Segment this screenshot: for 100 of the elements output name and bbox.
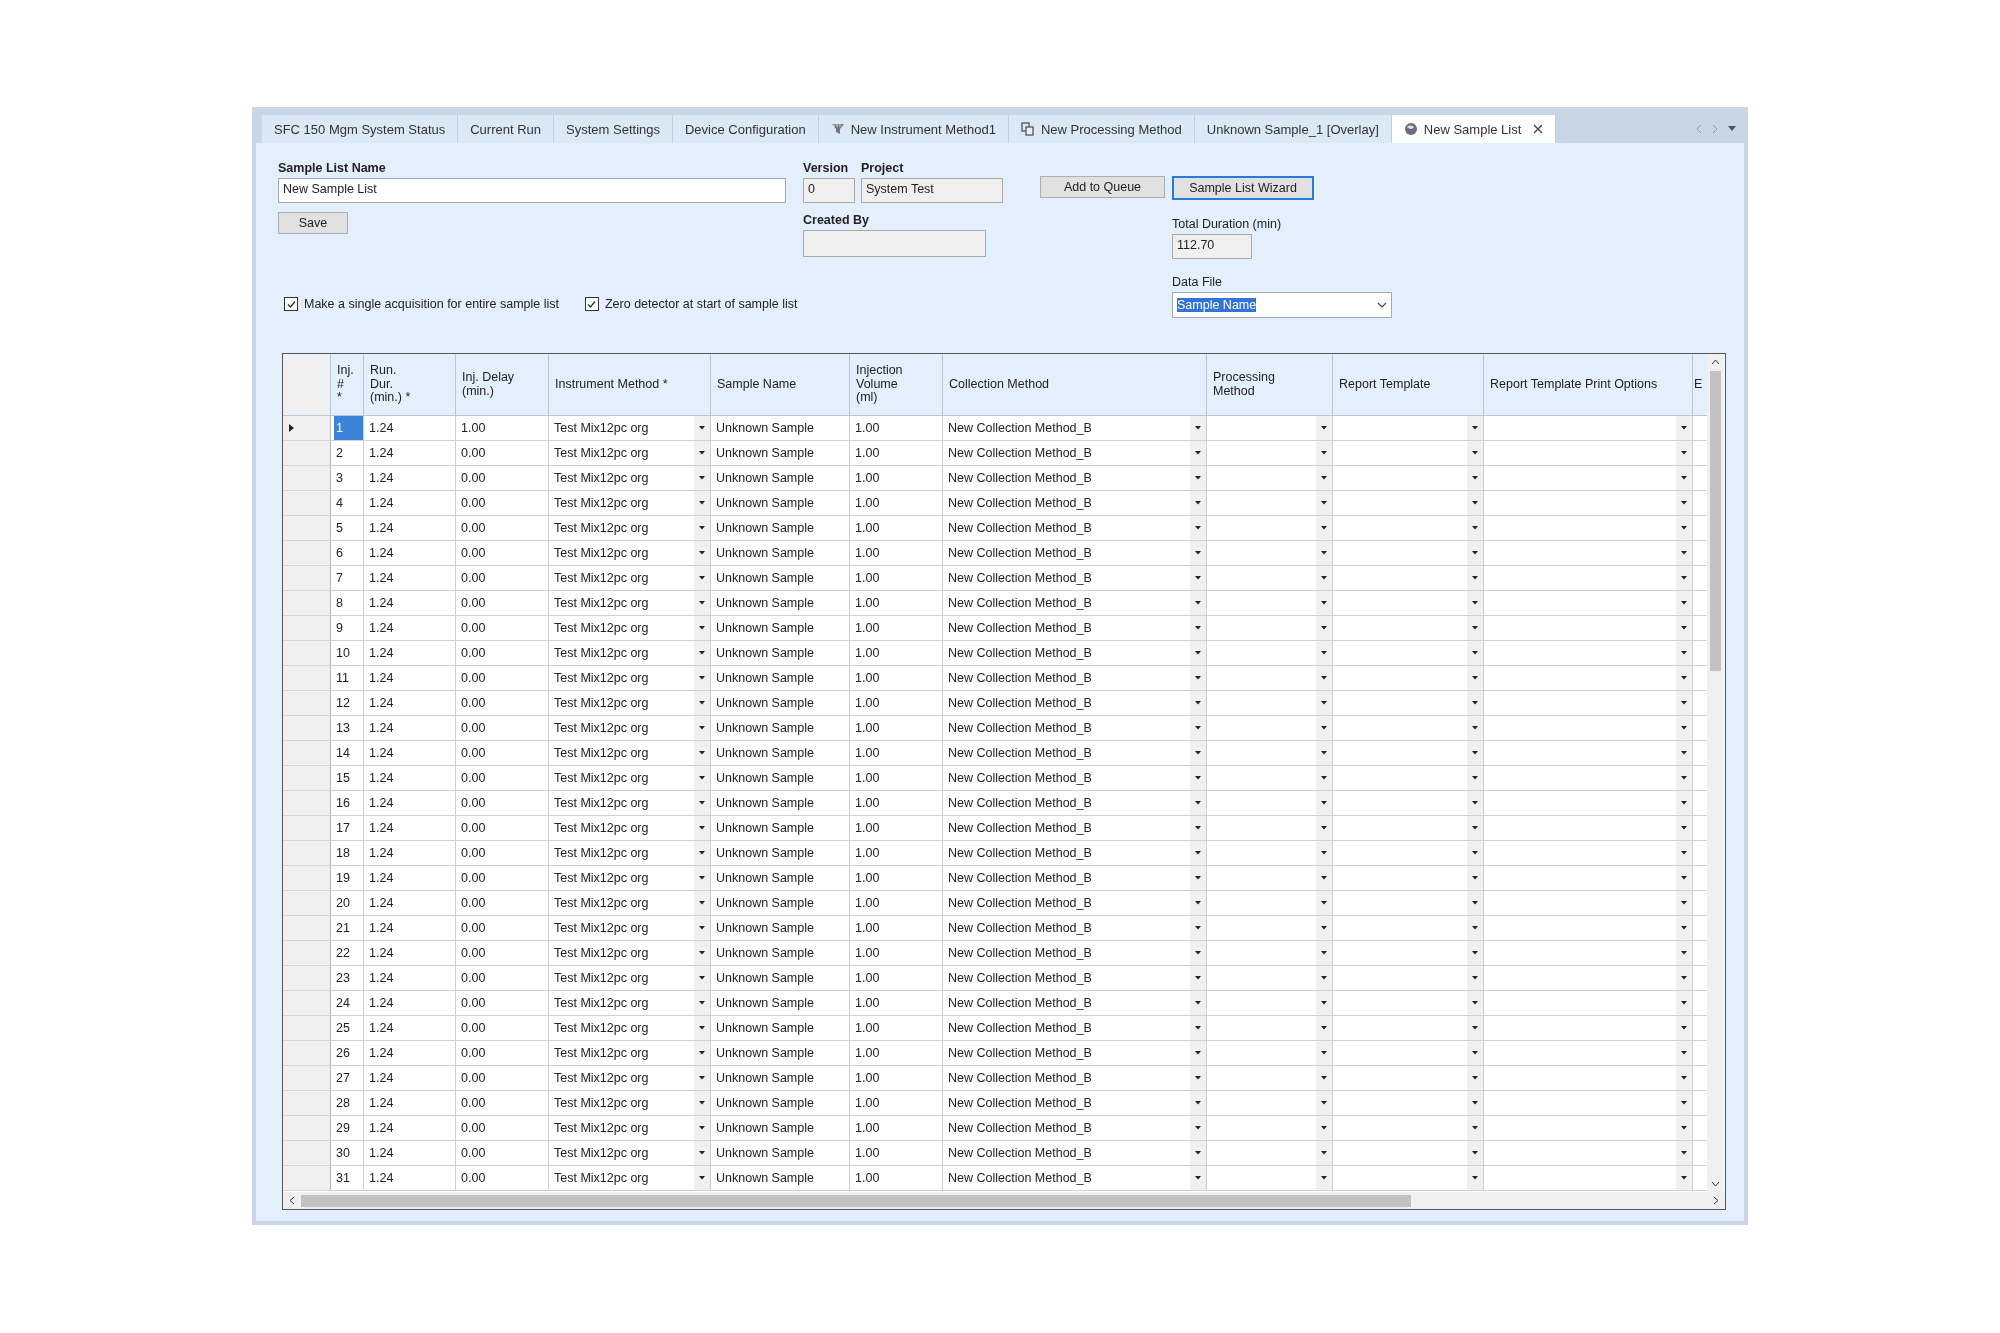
dropdown-caret-icon[interactable] (1676, 1116, 1692, 1140)
dropdown-caret-icon[interactable] (694, 841, 710, 865)
dropdown-caret-icon[interactable] (1467, 591, 1483, 615)
tab[interactable]: Unknown Sample_1 [Overlay] (1194, 115, 1392, 143)
dropdown-caret-icon[interactable] (1316, 1166, 1332, 1190)
dropdown-icon[interactable] (1728, 126, 1736, 132)
dropdown-caret-icon[interactable] (1190, 941, 1206, 965)
dropdown-caret-icon[interactable] (1190, 716, 1206, 740)
dropdown-caret-icon[interactable] (1676, 966, 1692, 990)
dropdown-caret-icon[interactable] (1190, 741, 1206, 765)
dropdown-caret-icon[interactable] (694, 491, 710, 515)
dropdown-caret-icon[interactable] (1316, 491, 1332, 515)
dropdown-caret-icon[interactable] (1190, 566, 1206, 590)
dropdown-caret-icon[interactable] (1316, 991, 1332, 1015)
dropdown-caret-icon[interactable] (1190, 466, 1206, 490)
dropdown-caret-icon[interactable] (1676, 991, 1692, 1015)
duration-field[interactable]: 112.70 (1172, 234, 1252, 259)
dropdown-caret-icon[interactable] (694, 741, 710, 765)
dropdown-caret-icon[interactable] (1316, 1141, 1332, 1165)
dropdown-caret-icon[interactable] (1316, 816, 1332, 840)
scroll-thumb[interactable] (1710, 371, 1721, 671)
dropdown-caret-icon[interactable] (1676, 666, 1692, 690)
dropdown-caret-icon[interactable] (1316, 716, 1332, 740)
tab[interactable]: New Sample List (1391, 115, 1557, 143)
dropdown-caret-icon[interactable] (1467, 1166, 1483, 1190)
dropdown-caret-icon[interactable] (1190, 1166, 1206, 1190)
dropdown-caret-icon[interactable] (1190, 966, 1206, 990)
dropdown-caret-icon[interactable] (694, 966, 710, 990)
save-button[interactable]: Save (278, 212, 348, 234)
dropdown-caret-icon[interactable] (694, 1166, 710, 1190)
checkbox-option[interactable]: Make a single acquisition for entire sample list (284, 297, 559, 311)
dropdown-caret-icon[interactable] (1190, 1016, 1206, 1040)
scroll-right-icon[interactable] (1713, 1196, 1719, 1205)
dropdown-caret-icon[interactable] (1316, 791, 1332, 815)
dropdown-caret-icon[interactable] (1676, 641, 1692, 665)
dropdown-caret-icon[interactable] (1676, 1041, 1692, 1065)
dropdown-caret-icon[interactable] (1676, 791, 1692, 815)
checkbox[interactable] (284, 297, 298, 311)
dropdown-caret-icon[interactable] (1467, 1041, 1483, 1065)
column-header[interactable]: Report Template (1333, 354, 1484, 416)
dropdown-caret-icon[interactable] (1190, 766, 1206, 790)
dropdown-caret-icon[interactable] (1316, 891, 1332, 915)
dropdown-caret-icon[interactable] (1676, 591, 1692, 615)
dropdown-caret-icon[interactable] (1316, 541, 1332, 565)
dropdown-caret-icon[interactable] (694, 941, 710, 965)
dropdown-caret-icon[interactable] (1676, 841, 1692, 865)
dropdown-caret-icon[interactable] (1190, 416, 1206, 440)
dropdown-caret-icon[interactable] (1316, 466, 1332, 490)
dropdown-caret-icon[interactable] (694, 691, 710, 715)
tab[interactable]: New Processing Method (1008, 115, 1195, 143)
dropdown-caret-icon[interactable] (694, 1041, 710, 1065)
dropdown-caret-icon[interactable] (1190, 991, 1206, 1015)
data-file-dropdown[interactable]: Sample Name (1172, 292, 1392, 318)
dropdown-caret-icon[interactable] (1676, 816, 1692, 840)
dropdown-caret-icon[interactable] (1316, 616, 1332, 640)
dropdown-caret-icon[interactable] (1676, 1166, 1692, 1190)
dropdown-caret-icon[interactable] (1467, 1091, 1483, 1115)
dropdown-caret-icon[interactable] (1467, 1066, 1483, 1090)
dropdown-caret-icon[interactable] (1467, 991, 1483, 1015)
dropdown-caret-icon[interactable] (1190, 916, 1206, 940)
tab[interactable]: System Settings (554, 115, 673, 143)
dropdown-caret-icon[interactable] (1467, 566, 1483, 590)
dropdown-caret-icon[interactable] (694, 566, 710, 590)
dropdown-caret-icon[interactable] (1467, 616, 1483, 640)
dropdown-caret-icon[interactable] (694, 916, 710, 940)
dropdown-caret-icon[interactable] (1467, 1116, 1483, 1140)
dropdown-caret-icon[interactable] (1190, 1041, 1206, 1065)
dropdown-caret-icon[interactable] (1316, 766, 1332, 790)
dropdown-caret-icon[interactable] (1316, 1091, 1332, 1115)
dropdown-caret-icon[interactable] (694, 591, 710, 615)
dropdown-caret-icon[interactable] (1467, 716, 1483, 740)
dropdown-caret-icon[interactable] (1676, 741, 1692, 765)
dropdown-caret-icon[interactable] (1467, 866, 1483, 890)
dropdown-caret-icon[interactable] (1467, 466, 1483, 490)
dropdown-caret-icon[interactable] (1190, 866, 1206, 890)
vertical-scrollbar[interactable] (1707, 354, 1724, 1192)
version-field[interactable]: 0 (803, 178, 855, 203)
dropdown-caret-icon[interactable] (1676, 491, 1692, 515)
dropdown-caret-icon[interactable] (1190, 1116, 1206, 1140)
column-header[interactable]: Collection Method (943, 354, 1207, 416)
dropdown-caret-icon[interactable] (1316, 1066, 1332, 1090)
dropdown-caret-icon[interactable] (1676, 516, 1692, 540)
close-icon[interactable] (1533, 124, 1544, 134)
dropdown-caret-icon[interactable] (694, 441, 710, 465)
dropdown-caret-icon[interactable] (1316, 591, 1332, 615)
project-field[interactable]: System Test (861, 178, 1003, 203)
dropdown-caret-icon[interactable] (1190, 791, 1206, 815)
dropdown-caret-icon[interactable] (1676, 891, 1692, 915)
dropdown-caret-icon[interactable] (1467, 891, 1483, 915)
dropdown-caret-icon[interactable] (694, 1141, 710, 1165)
dropdown-caret-icon[interactable] (1190, 841, 1206, 865)
dropdown-caret-icon[interactable] (1316, 416, 1332, 440)
dropdown-caret-icon[interactable] (1467, 441, 1483, 465)
dropdown-caret-icon[interactable] (1190, 666, 1206, 690)
dropdown-caret-icon[interactable] (1467, 966, 1483, 990)
scroll-down-icon[interactable] (1711, 1181, 1720, 1187)
dropdown-caret-icon[interactable] (694, 466, 710, 490)
dropdown-caret-icon[interactable] (1467, 666, 1483, 690)
dropdown-caret-icon[interactable] (1316, 641, 1332, 665)
dropdown-caret-icon[interactable] (1676, 616, 1692, 640)
